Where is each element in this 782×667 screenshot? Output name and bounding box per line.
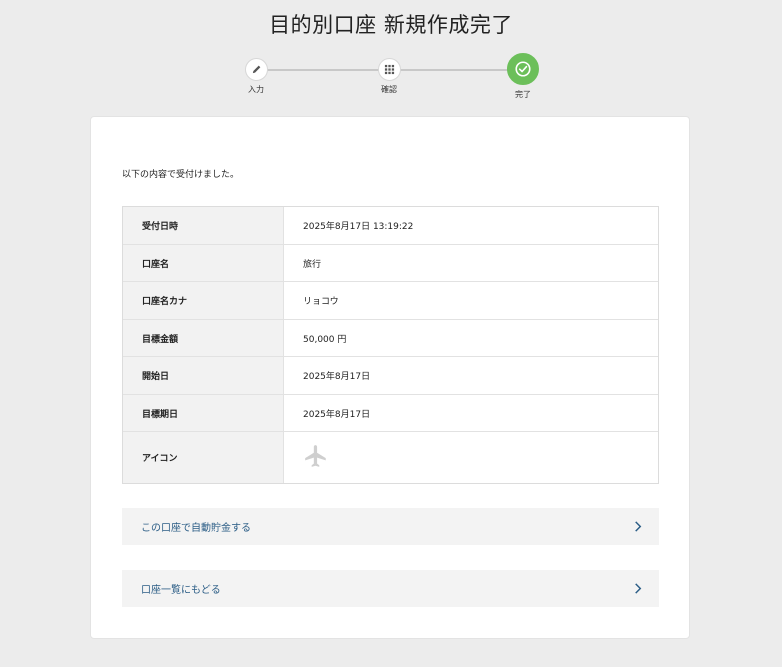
info-table: 受付日時 2025年8月17日 13:19:22 口座名 旅行 口座名カナ リョ… xyxy=(122,206,659,484)
row-key: 目標金額 xyxy=(123,320,284,356)
step-label: 入力 xyxy=(248,85,264,94)
step-input: 入力 xyxy=(226,52,286,95)
chevron-right-icon xyxy=(634,583,642,594)
chevron-right-icon xyxy=(634,521,642,532)
row-value xyxy=(284,432,658,483)
page-title: 目的別口座 新規作成完了 xyxy=(269,13,513,37)
intro-text: 以下の内容で受付けました。 xyxy=(122,170,240,180)
step-complete: 完了 xyxy=(493,52,553,100)
table-row: 目標期日 2025年8月17日 xyxy=(123,395,658,432)
step-confirm: 確認 xyxy=(359,52,419,95)
step-label: 完了 xyxy=(515,90,531,99)
table-row: 目標金額 50,000 円 xyxy=(123,320,658,357)
table-row: 口座名カナ リョコウ xyxy=(123,282,658,320)
row-key: 目標期日 xyxy=(123,395,284,431)
grid-icon xyxy=(377,58,401,81)
table-row: 口座名 旅行 xyxy=(123,245,658,282)
step-label: 確認 xyxy=(381,85,397,94)
row-value: 50,000 円 xyxy=(284,320,658,356)
row-key: アイコン xyxy=(123,432,284,483)
auto-save-label: この口座で自動貯金する xyxy=(141,523,251,534)
auto-save-button[interactable]: この口座で自動貯金する xyxy=(122,508,659,545)
pencil-icon xyxy=(244,58,268,81)
result-card: 以下の内容で受付けました。 受付日時 2025年8月17日 13:19:22 口… xyxy=(90,116,690,639)
table-row: アイコン xyxy=(123,432,658,483)
row-value: 2025年8月17日 13:19:22 xyxy=(284,207,658,244)
table-row: 受付日時 2025年8月17日 13:19:22 xyxy=(123,207,658,245)
progress-stepper: 入力 確認 完了 xyxy=(0,52,782,102)
row-key: 口座名 xyxy=(123,245,284,281)
airplane-icon xyxy=(303,443,329,472)
row-key: 口座名カナ xyxy=(123,282,284,319)
row-key: 受付日時 xyxy=(123,207,284,244)
row-value: リョコウ xyxy=(284,282,658,319)
row-key: 開始日 xyxy=(123,357,284,394)
account-list-button[interactable]: 口座一覧にもどる xyxy=(122,570,659,607)
check-icon xyxy=(507,53,539,85)
table-row: 開始日 2025年8月17日 xyxy=(123,357,658,395)
row-value: 2025年8月17日 xyxy=(284,357,658,394)
row-value: 旅行 xyxy=(284,245,658,281)
account-list-label: 口座一覧にもどる xyxy=(141,585,221,596)
row-value: 2025年8月17日 xyxy=(284,395,658,431)
